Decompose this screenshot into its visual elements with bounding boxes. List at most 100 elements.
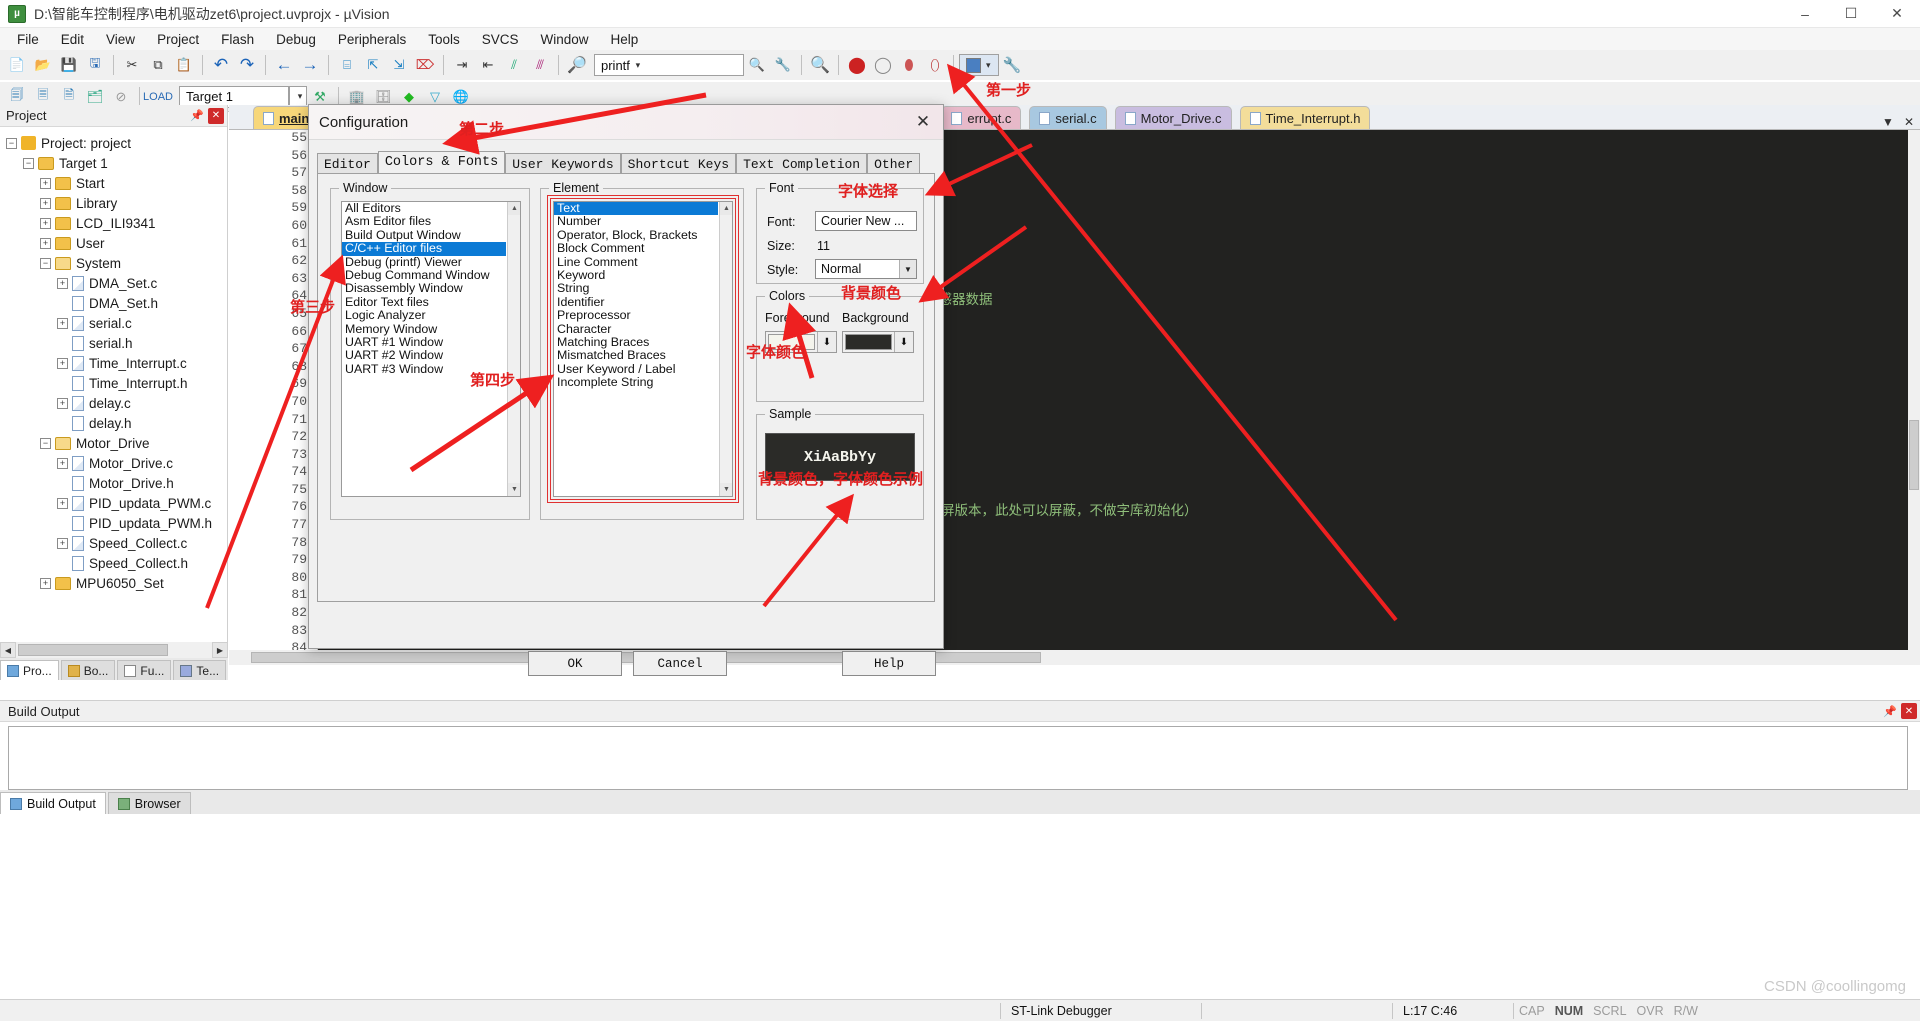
target-value[interactable]: Target 1	[186, 89, 233, 104]
list-item[interactable]: UART #2 Window	[342, 348, 506, 362]
expand-icon[interactable]: +	[57, 457, 68, 469]
menu-project[interactable]: Project	[146, 30, 210, 49]
project-tab-templates[interactable]: Te...	[173, 660, 227, 680]
foreground-label[interactable]: Foreground	[765, 311, 830, 325]
expand-icon[interactable]: +	[57, 317, 68, 329]
list-item[interactable]: Debug Command Window	[342, 268, 506, 282]
copy-icon[interactable]: ⧉	[146, 53, 170, 77]
expand-icon[interactable]: +	[57, 277, 68, 289]
back-icon[interactable]: ←	[272, 53, 296, 77]
pin-icon[interactable]: 📌	[1882, 703, 1898, 719]
dialog-tab[interactable]: Text Completion	[736, 153, 868, 174]
document-tab[interactable]: errupt.c	[941, 106, 1022, 129]
list-item[interactable]: Memory Window	[342, 322, 506, 336]
list-item[interactable]: Keyword	[554, 268, 718, 282]
collapse-icon[interactable]: −	[40, 257, 51, 269]
tree-item[interactable]: + DMA_Set.c	[6, 273, 227, 293]
list-item[interactable]: C/C++ Editor files	[342, 241, 506, 256]
scroll-down-icon[interactable]: ▼	[720, 483, 732, 496]
list-item[interactable]: Number	[554, 214, 718, 228]
project-tab-pro[interactable]: Pro...	[0, 660, 59, 680]
list-item[interactable]: UART #1 Window	[342, 335, 506, 349]
list-item[interactable]: Asm Editor files	[342, 214, 506, 228]
collapse-icon[interactable]: −	[23, 157, 34, 169]
scroll-left-icon[interactable]: ◀	[0, 642, 16, 658]
list-item[interactable]: Preprocessor	[554, 308, 718, 322]
new-file-icon[interactable]: 📄	[5, 53, 29, 77]
cut-icon[interactable]: ✂	[120, 53, 144, 77]
chevron-down-icon[interactable]: ▾	[981, 55, 996, 75]
background-color-picker[interactable]: ⬇	[842, 331, 914, 353]
color-dropdown-icon[interactable]: ⬇	[817, 332, 836, 352]
menu-help[interactable]: Help	[600, 30, 650, 49]
expand-icon[interactable]: +	[57, 357, 68, 369]
menu-tools[interactable]: Tools	[417, 30, 471, 49]
element-listbox[interactable]: Text Number Operator, Block, Brackets Block…	[553, 201, 733, 497]
expand-icon[interactable]: +	[57, 537, 68, 549]
editor-horizontal-scrollbar[interactable]	[229, 650, 1920, 665]
list-item[interactable]: Disassembly Window	[342, 281, 506, 295]
list-item[interactable]: Identifier	[554, 295, 718, 309]
background-label[interactable]: Background	[842, 311, 909, 325]
tree-item[interactable]: + Time_Interrupt.c	[6, 353, 227, 373]
forward-icon[interactable]: →	[298, 53, 322, 77]
tree-item[interactable]: + Motor_Drive.c	[6, 453, 227, 473]
list-item[interactable]: String	[554, 281, 718, 295]
comment-icon[interactable]: ⫽	[502, 53, 526, 77]
dialog-tab[interactable]: Other	[867, 153, 921, 174]
list-item[interactable]: All Editors	[342, 202, 506, 215]
menu-debug[interactable]: Debug	[265, 30, 327, 49]
window-listbox[interactable]: All Editors Asm Editor files Build Output …	[341, 201, 521, 497]
chevron-down-icon[interactable]: ▼	[899, 260, 916, 278]
tree-item[interactable]: + delay.c	[6, 393, 227, 413]
list-item[interactable]: Line Comment	[554, 255, 718, 269]
help-button[interactable]: Help	[842, 651, 936, 676]
list-item[interactable]: Operator, Block, Brackets	[554, 228, 718, 242]
tree-item[interactable]: Speed_Collect.h	[6, 553, 227, 573]
color-dropdown-icon[interactable]: ⬇	[894, 332, 913, 352]
list-item[interactable]: Matching Braces	[554, 335, 718, 349]
menu-view[interactable]: View	[95, 30, 146, 49]
paste-icon[interactable]: 📋	[172, 53, 196, 77]
browse-icon[interactable]: 🔍	[808, 53, 832, 77]
configuration-icon[interactable]: ▾	[959, 54, 999, 76]
scroll-up-icon[interactable]: ▲	[720, 202, 732, 215]
tree-item[interactable]: + MPU6050_Set	[6, 573, 227, 593]
menu-window[interactable]: Window	[529, 30, 599, 49]
close-icon[interactable]: ✕	[208, 107, 224, 124]
expand-icon[interactable]: +	[40, 577, 51, 589]
list-item[interactable]: Text	[554, 202, 718, 216]
tree-item[interactable]: + LCD_ILI9341	[6, 213, 227, 233]
close-button[interactable]: ✕	[1874, 0, 1920, 28]
outdent-icon[interactable]: ⇤	[476, 53, 500, 77]
tree-item[interactable]: Time_Interrupt.h	[6, 373, 227, 393]
find-combo[interactable]: printf ▾	[594, 54, 744, 76]
scroll-down-icon[interactable]: ▼	[508, 483, 520, 496]
scroll-right-icon[interactable]: ▶	[212, 642, 228, 658]
close-icon[interactable]: ✕	[903, 107, 943, 137]
pin-icon[interactable]: 📌	[189, 108, 205, 124]
bookmark-prev-icon[interactable]: ⇱	[361, 53, 385, 77]
expand-icon[interactable]: +	[57, 497, 68, 509]
undo-icon[interactable]: ↶	[209, 53, 233, 77]
tree-item[interactable]: + PID_updata_PWM.c	[6, 493, 227, 513]
tree-item[interactable]: serial.h	[6, 333, 227, 353]
font-value-button[interactable]: Courier New ...	[815, 211, 917, 231]
dialog-tab[interactable]: Editor	[317, 153, 378, 174]
insert-breakpoint-icon[interactable]: ⬤	[845, 53, 869, 77]
build-output-text[interactable]	[8, 726, 1908, 790]
list-item[interactable]: Character	[554, 322, 718, 336]
find-input[interactable]: printf	[601, 58, 630, 73]
find-in-files-icon[interactable]: 🔎	[565, 53, 589, 77]
redo-icon[interactable]: ↷	[235, 53, 259, 77]
expand-icon[interactable]: +	[57, 397, 68, 409]
collapse-icon[interactable]: −	[40, 437, 51, 449]
window-list-scrollbar[interactable]: ▲ ▼	[507, 202, 520, 496]
expand-icon[interactable]: +	[40, 177, 51, 189]
maximize-button[interactable]: ☐	[1828, 0, 1874, 28]
configuration-wizard-icon[interactable]: 🔧	[1000, 53, 1024, 77]
tree-item[interactable]: Motor_Drive.h	[6, 473, 227, 493]
project-tree[interactable]: − Project: project − Target 1 + Start + Library…	[0, 127, 227, 593]
document-tab[interactable]: Time_Interrupt.h	[1239, 106, 1371, 129]
tab-browser[interactable]: Browser	[107, 792, 191, 814]
